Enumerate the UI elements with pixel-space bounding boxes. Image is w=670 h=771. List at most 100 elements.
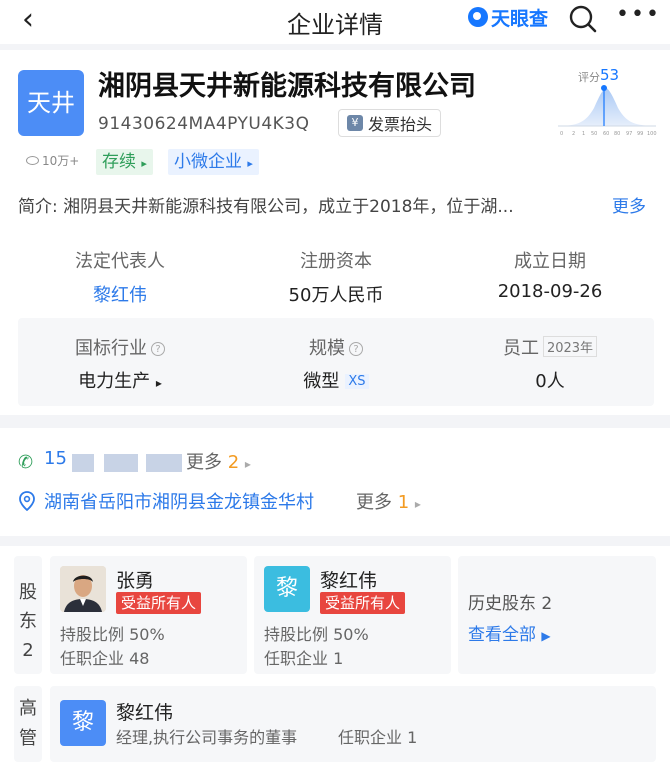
help-icon[interactable]: ? [151,342,165,356]
credit-code: 91430624MA4PYU4K3Q [98,114,310,134]
intro-text: 湘阴县天井新能源科技有限公司，成立于2018年，位于湖... [63,197,514,217]
invoice-label: 发票抬头 [368,115,433,134]
beneficial-owner-tag: 受益所有人 [116,592,202,614]
scale-value-text: 微型 [303,371,340,392]
history-shareholders: 历史股东 2 [468,589,552,614]
legal-rep-label: 法定代表人 [75,251,165,272]
help-icon[interactable]: ? [349,342,363,356]
tianyancha-logo-icon [468,7,488,27]
intro-label: 简介: [18,197,58,217]
size-tag-label: 小微企业 [174,152,242,172]
score-tick: 1 [582,131,585,137]
industry-label: 国标行业? [0,334,240,360]
scale-value: 微型 XS [226,367,446,393]
capital-label: 注册资本 [300,251,372,272]
status-tag[interactable]: 存续 ▸ [96,149,153,175]
company-logo: 天井 [18,70,84,136]
more-dots-icon[interactable]: ••• [616,4,661,26]
brand-name: 天眼查 [491,7,549,30]
manager-name[interactable]: 黎红伟 [116,698,173,725]
industry-label-text: 国标行业 [75,338,147,359]
view-all-link[interactable]: 查看全部 ▶ [468,620,551,645]
score-distribution-chart: 0 2 1 50 60 80 97 99 100 [558,85,657,137]
staff-year[interactable]: 2023年 [542,336,598,357]
chevron-right-icon: ▸ [414,497,421,511]
address-count: 1 [397,492,410,513]
avatar: 黎 [264,566,310,612]
phone-count: 2 [227,452,240,473]
view-all-label: 查看全部 [468,625,536,645]
redacted-block [104,454,138,472]
chevron-right-icon: ▸ [155,376,162,390]
beneficial-owner-tag: 受益所有人 [320,592,406,614]
address-more-link[interactable]: 更多 1 ▸ [356,488,421,514]
position-count[interactable]: 任职企业 48 [60,645,149,669]
shareholder-name[interactable]: 黎红伟 [320,566,377,593]
industry-value[interactable]: 电力生产 ▸ [0,367,240,393]
company-name: 湘阴县天井新能源科技有限公司 [98,71,476,102]
founded-value: 2018-09-26 [497,281,603,302]
invoice-title-button[interactable]: ¥ 发票抬头 [338,109,442,137]
score-tick: 0 [560,131,563,137]
share-ratio: 持股比例 50% [60,625,165,644]
history-shareholders-card[interactable] [458,556,656,674]
side-char: 2 [22,640,34,661]
managers-side-label: 高 管 [14,686,42,762]
shareholders-side-label: 股 东 2 [14,556,42,674]
person-photo-icon [60,566,106,612]
score-tick: 50 [591,131,597,137]
chevron-right-icon: ▶ [541,629,551,643]
view-count-value: 10万+ [42,154,80,168]
shareholder-name[interactable]: 张勇 [116,566,154,593]
score-ticks: 0 2 1 50 60 80 97 99 100 [560,131,657,137]
score-tick: 99 [637,131,643,137]
avatar: 黎 [60,700,106,746]
side-char: 管 [19,728,37,749]
score-tick: 2 [572,131,575,137]
staff-value: 0人 [535,371,565,392]
chevron-right-icon: ▸ [244,457,251,471]
chevron-right-icon: ▸ [247,157,253,170]
company-intro: 简介: 湘阴县天井新能源科技有限公司，成立于2018年，位于湖... [18,192,514,217]
score-tick: 100 [647,131,657,137]
side-char: 东 [19,611,37,632]
position-count[interactable]: 任职企业 1 [264,645,343,669]
eye-icon [26,156,39,165]
staff-label-text: 员工 [502,338,539,359]
legal-rep-value[interactable]: 黎红伟 [0,281,240,307]
size-tag[interactable]: 小微企业 ▸ [168,149,259,175]
view-count: 10万+ [26,152,79,169]
score-tick: 80 [614,131,620,137]
score-tick: 60 [603,131,609,137]
phone-icon: ✆ [18,452,34,473]
chevron-right-icon: ▸ [141,157,147,170]
yen-icon: ¥ [347,115,363,131]
capital-value: 50万人民币 [288,285,384,306]
scale-badge: XS [345,374,369,389]
phone-number[interactable]: 15 [44,448,67,469]
phone-more-label: 更多 [186,452,222,473]
scale-label: 规模? [226,334,446,360]
avatar [60,566,106,612]
contact-card [0,428,670,536]
intro-more-link[interactable]: 更多 [612,192,646,217]
redacted-block [72,454,94,472]
side-char: 高 [19,698,37,719]
score-tick: 97 [626,131,632,137]
address-link[interactable]: 湖南省岳阳市湘阴县金龙镇金华村 [44,488,314,514]
history-label: 历史股东 [468,594,536,614]
founded-label: 成立日期 [514,251,586,272]
address-more-label: 更多 [356,492,392,513]
redacted-block [146,454,182,472]
history-count: 2 [541,594,553,614]
scale-label-text: 规模 [309,338,345,359]
search-icon[interactable] [568,4,598,34]
location-pin-icon [19,491,35,511]
industry-value-text: 电力生产 [78,371,151,392]
phone-more-link[interactable]: 更多 2 ▸ [186,448,251,474]
share-ratio: 持股比例 50% [264,625,369,644]
staff-label: 员工 2023年 [440,334,660,360]
position-count[interactable]: 任职企业 1 [338,724,417,748]
status-tag-label: 存续 [102,152,136,172]
side-char: 股 [19,582,37,603]
